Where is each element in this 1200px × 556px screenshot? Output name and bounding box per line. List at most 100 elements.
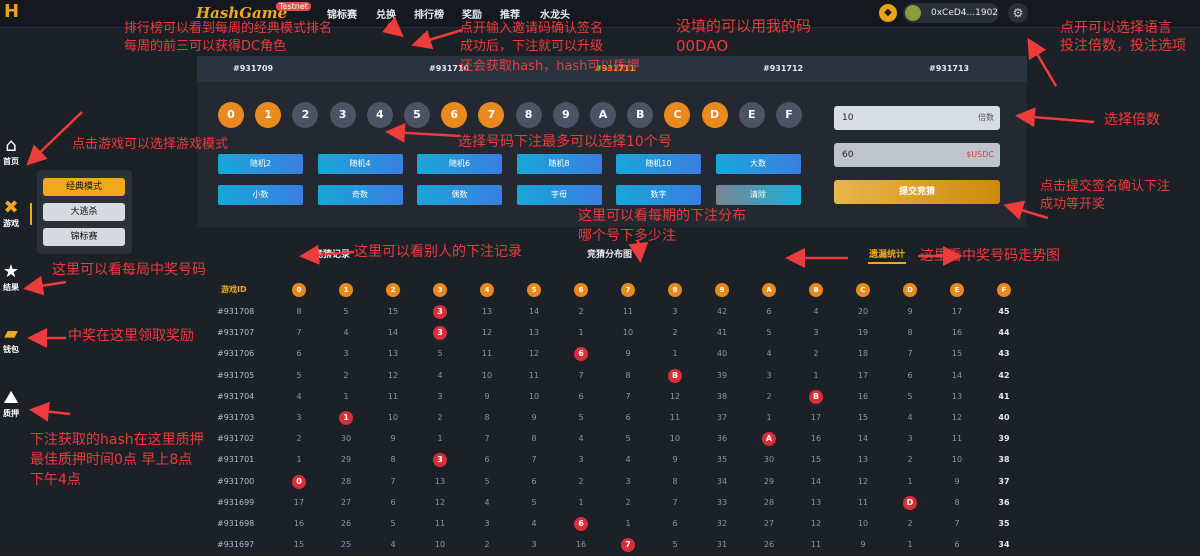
table-cell: 35 [716,455,728,465]
winning-number-cell: A [757,428,781,449]
quick-pick-button[interactable]: 清除 [715,185,801,205]
quick-pick-button[interactable]: 随机6 [417,154,502,174]
table-cell: 14 [857,434,869,444]
table-cell: 29 [340,455,352,465]
nav-leaderboard[interactable]: 排行榜 [414,6,444,21]
table-cell: 11 [810,540,822,550]
table-cell: 5 [907,391,913,401]
number-ball-D[interactable]: D [701,102,728,128]
quick-pick-button[interactable]: 偶数 [417,185,502,205]
winning-number-cell: 6 [569,343,593,364]
table-cell: 2 [437,413,443,422]
table-cell: 1 [578,497,584,507]
column-header-ball: 1 [339,283,353,297]
gear-icon[interactable]: ⚙ [1008,3,1028,23]
table-cell: 9 [625,349,631,359]
quick-pick-button[interactable]: 随机8 [516,154,602,174]
quick-pick-button[interactable]: 随机10 [616,154,701,174]
table-cell: 8 [625,370,631,380]
multiplier-suffix: 倍数 [978,113,994,122]
table-cell: 10 [669,434,681,444]
annotation: 这里可以看每局中奖号码 [52,262,206,278]
stake-icon: ⛰ [3,387,19,408]
number-ball-4[interactable]: 4 [366,102,393,128]
nav-exchange[interactable]: 兑换 [376,6,396,21]
row-game-id: #931706 [217,349,255,359]
nav-rewards[interactable]: 奖励 [462,6,482,21]
number-ball-A[interactable]: A [590,102,616,128]
table-cell: 13 [857,455,869,465]
submit-bet-button[interactable]: 提交竞猜 [834,180,1000,204]
sidebar-active-indicator [30,203,32,225]
number-ball-0[interactable]: 0 [218,102,244,128]
table-cell: 5 [484,476,490,486]
number-ball-B[interactable]: B [627,102,654,128]
table-cell: 6 [672,519,678,528]
column-header-ball: 4 [480,283,494,297]
multiplier-input[interactable]: 10 倍数 [834,106,1000,130]
mode-battle-royale-button[interactable]: 大逃杀 [43,203,125,221]
number-ball-9[interactable]: 9 [552,102,579,128]
column-header-ball: 0 [292,283,306,297]
tab-bet-distribution[interactable]: 竞猜分布图 [587,247,632,260]
table-cell: 2 [672,328,678,338]
quick-pick-button[interactable]: 奇数 [317,185,403,205]
number-ball-3[interactable]: 3 [329,102,356,128]
nav-tournament[interactable]: 锦标赛 [327,6,357,21]
sidebar-item-wallet[interactable]: ▰ 钱包 [0,324,22,355]
annotation: 这里可以看每期的下注分布 [578,208,746,224]
nav-referral[interactable]: 推荐 [500,6,520,21]
table-cell: 2 [813,349,819,359]
quick-pick-button[interactable]: 数字 [616,185,701,205]
sidebar-item-stake[interactable]: ⛰ 质押 [0,388,22,419]
table-cell: 40 [998,413,1010,422]
table-cell: 4 [907,413,913,422]
column-header-ball: 2 [386,283,400,297]
annotation: 中奖在这里领取奖励 [68,328,194,344]
quick-pick-button[interactable]: 随机4 [317,154,403,174]
round-tab[interactable]: #931712 [763,64,803,73]
number-ball-5[interactable]: 5 [404,102,430,128]
table-row: #931708 8 5 15 3 13 14 2 11 3 42 6 4 20 9 17 45 [215,301,1015,322]
table-cell: 5 [672,540,678,550]
number-ball-8[interactable]: 8 [515,102,542,128]
sidebar-item-game[interactable]: ✖ 游戏 [0,198,22,229]
app-logo[interactable]: H [4,2,24,22]
tab-bet-records[interactable]: 竞猜记录 [314,247,350,260]
round-tab[interactable]: #931709 [233,64,273,73]
table-cell: 8 [484,413,490,422]
table-row: #931706 6 3 13 5 11 12 6 9 1 40 4 2 18 7 15 43 [215,343,1015,364]
number-ball-E[interactable]: E [738,102,765,128]
table-cell: 10 [857,519,869,528]
winning-number-badge: 6 [574,517,588,531]
table-cell: 26 [340,519,352,528]
number-ball-1[interactable]: 1 [255,102,282,128]
table-cell: 10 [481,370,493,380]
wallet-icon: ▰ [4,323,18,344]
table-cell: 11 [622,307,634,316]
wallet-icon[interactable]: ◆ [879,4,897,22]
table-cell: 6 [484,455,490,465]
sidebar-item-home[interactable]: ⌂ 首页 [0,136,22,167]
quick-pick-button[interactable]: 字母 [516,185,602,205]
amount-input[interactable]: 60 $USDC [834,143,1000,167]
number-ball-F[interactable]: F [776,102,802,128]
table-cell: 7 [484,434,490,444]
sidebar-item-results[interactable]: ★ 结果 [0,262,22,293]
round-tab[interactable]: #931713 [929,64,969,73]
sidebar-item-label: 质押 [3,409,19,418]
mode-classic-button[interactable]: 经典模式 [43,178,125,196]
quick-pick-button[interactable]: 大数 [715,154,801,174]
table-cell: 7 [954,519,960,528]
tab-missing-stats[interactable]: 遗漏统计 [869,247,905,260]
nav-faucet[interactable]: 水龙头 [540,6,570,21]
quick-pick-button[interactable]: 小数 [218,185,303,205]
table-cell: 4 [531,519,537,528]
table-cell: 8 [907,328,913,338]
table-cell: 30 [763,455,775,465]
mode-tournament-button[interactable]: 锦标赛 [43,228,125,246]
quick-pick-button[interactable]: 随机2 [218,154,303,174]
number-ball-6[interactable]: 6 [441,102,468,128]
table-cell: 4 [578,434,584,444]
table-cell: 6 [954,540,960,550]
